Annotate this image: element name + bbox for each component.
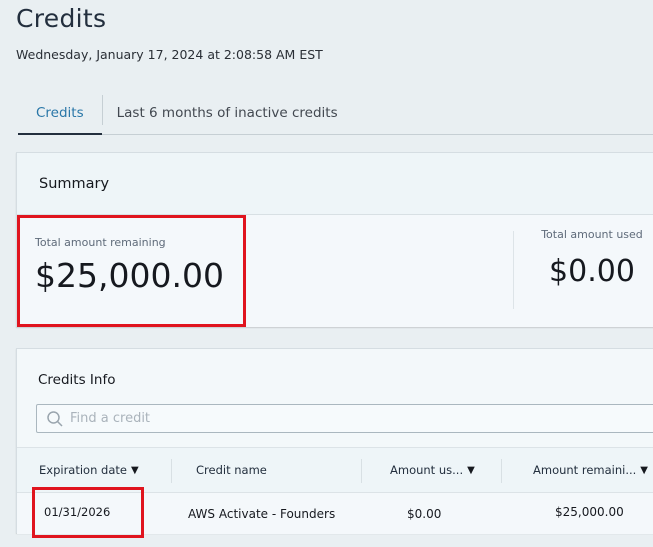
timestamp: Wednesday, January 17, 2024 at 2:08:58 A… xyxy=(16,47,323,62)
column-credit-name[interactable]: Credit name xyxy=(196,463,267,477)
column-separator xyxy=(501,459,502,483)
page-title: Credits xyxy=(16,4,107,33)
metric-divider xyxy=(513,231,514,309)
cell-amount-remaining: $25,000.00 xyxy=(555,505,624,519)
summary-panel: Summary Total amount remaining $25,000.0… xyxy=(16,152,653,327)
credits-info-title: Credits Info xyxy=(38,372,116,388)
column-separator xyxy=(361,459,362,483)
column-label: Expiration date xyxy=(39,463,127,477)
search-icon xyxy=(47,410,63,427)
total-used-value: $0.00 xyxy=(549,254,635,289)
total-remaining-metric: Total amount remaining $25,000.00 xyxy=(17,215,246,327)
cell-amount-used: $0.00 xyxy=(407,507,442,521)
total-used-label: Total amount used xyxy=(541,228,643,241)
tab-bar: Credits Last 6 months of inactive credit… xyxy=(18,92,653,135)
table-row[interactable]: 01/31/2026 AWS Activate - Founders $0.00… xyxy=(17,487,653,538)
column-amount-remaining[interactable]: Amount remaini... ▼ xyxy=(533,463,648,477)
total-remaining-value: $25,000.00 xyxy=(35,256,224,295)
sort-icon[interactable]: ▼ xyxy=(131,465,139,476)
column-label: Credit name xyxy=(196,463,267,477)
column-expiration-date[interactable]: Expiration date ▼ xyxy=(39,463,139,477)
cell-credit-name: AWS Activate - Founders xyxy=(188,507,336,521)
tab-credits[interactable]: Credits xyxy=(18,93,102,135)
sort-icon[interactable]: ▼ xyxy=(467,465,475,476)
summary-title: Summary xyxy=(17,153,653,215)
cell-expiration-date: 01/31/2026 xyxy=(44,505,111,519)
search-box[interactable] xyxy=(36,404,653,433)
tab-inactive-credits[interactable]: Last 6 months of inactive credits xyxy=(103,92,352,134)
credits-info-panel: Credits Info Expiration date ▼ Credit na… xyxy=(16,348,653,538)
expiration-date-highlight: 01/31/2026 xyxy=(32,487,144,538)
total-remaining-label: Total amount remaining xyxy=(35,236,166,249)
sort-icon[interactable]: ▼ xyxy=(640,465,648,476)
column-label: Amount us... xyxy=(390,463,464,477)
total-used-metric: Total amount used $0.00 xyxy=(537,215,647,289)
column-separator xyxy=(171,459,172,483)
column-label: Amount remaini... xyxy=(533,463,637,477)
column-amount-used[interactable]: Amount us... ▼ xyxy=(390,463,475,477)
summary-body: Total amount remaining $25,000.00 Total … xyxy=(17,215,653,327)
search-input[interactable] xyxy=(70,411,370,426)
